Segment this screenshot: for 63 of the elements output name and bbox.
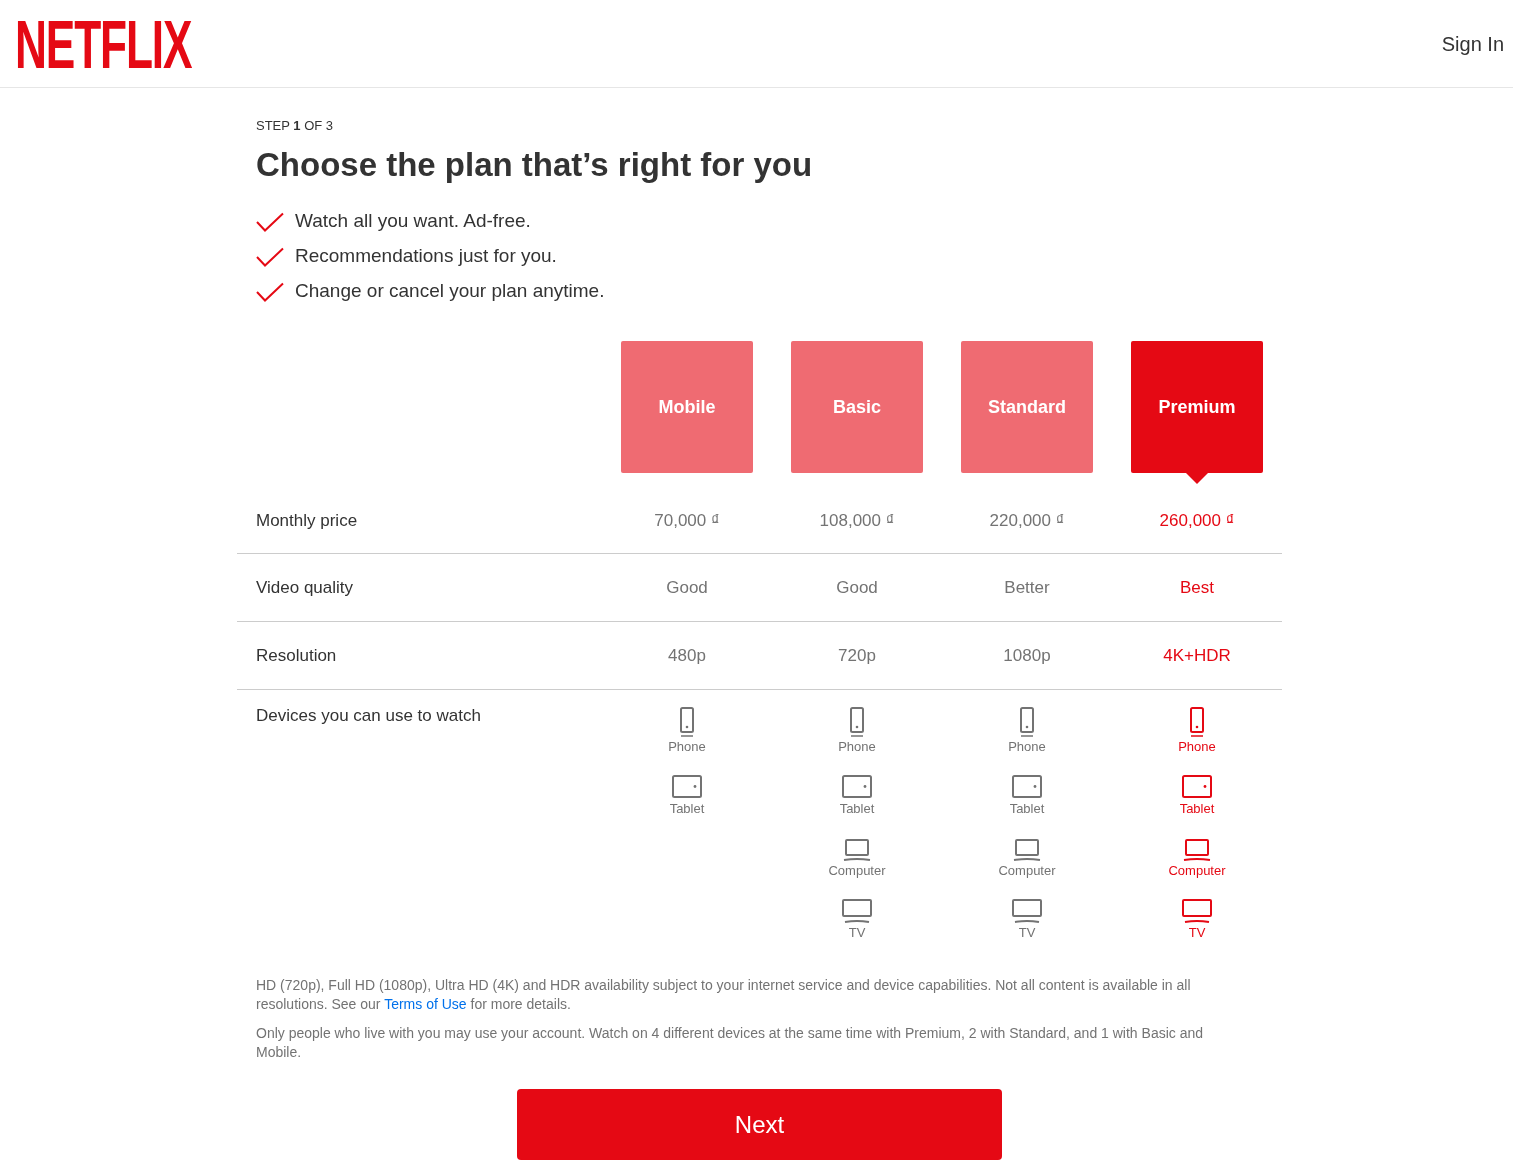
row-label: Video quality: [256, 576, 355, 599]
tv-icon: [1012, 899, 1042, 923]
tablet-icon: [842, 775, 872, 799]
fine-print: HD (720p), Full HD (1080p), Ultra HD (4K) and HDR availability subject to your internet service and device capabilities. Not all content is available in all resolutions. See our Terms of Use for more details.: [256, 976, 1192, 1014]
laptop-icon: [1013, 839, 1041, 861]
phone-icon: [1187, 707, 1207, 737]
checkmark-icon: [256, 246, 284, 267]
table-cell: 4K+HDR: [1163, 644, 1231, 667]
device-label: Phone: [1178, 738, 1216, 756]
row-label: Devices you can use to watch: [256, 705, 482, 727]
plan-option[interactable]: Standard: [961, 341, 1093, 473]
tablet-icon: [1012, 775, 1042, 799]
table-cell: 720p: [838, 644, 876, 667]
table-cell: Best: [1180, 576, 1214, 599]
sign-in-link[interactable]: Sign In: [1441, 30, 1504, 57]
laptop-icon: [1183, 839, 1211, 861]
fine-print: Only people who live with you may use your account. Watch on 4 different devices at the same time with Premium, 2 with Standard, and 1 with Basic and Mobile.: [256, 1024, 1205, 1062]
table-cell: 220,000 ₫: [989, 510, 1065, 532]
checkmark-icon: [256, 211, 284, 232]
device-label: Computer: [998, 862, 1056, 880]
device-label: Phone: [1008, 738, 1046, 756]
device-label: Tablet: [669, 800, 705, 818]
checkmark-icon: [256, 281, 284, 302]
pointer-icon: [1186, 473, 1208, 484]
device-label: Computer: [1168, 862, 1226, 880]
device-label: Tablet: [1179, 800, 1215, 818]
row-label: Monthly price: [256, 510, 359, 532]
plan-option[interactable]: Premium: [1131, 341, 1263, 473]
benefit-text: Watch all you want. Ad-free.: [295, 209, 531, 234]
table-cell: 1080p: [1003, 644, 1051, 667]
next-button[interactable]: Next: [517, 1089, 1002, 1160]
table-cell: 260,000 ₫: [1159, 510, 1235, 532]
device-label: TV: [1188, 924, 1206, 942]
benefit-text: Recommendations just for you.: [295, 244, 557, 269]
table-cell: Good: [666, 576, 708, 599]
phone-icon: [847, 707, 867, 737]
table-cell: Better: [1004, 576, 1050, 599]
device-label: TV: [848, 924, 866, 942]
step-indicator: STEP 1 OF 3: [256, 118, 335, 134]
device-label: Phone: [838, 738, 876, 756]
table-cell: Good: [836, 576, 878, 599]
device-label: Phone: [668, 738, 706, 756]
phone-icon: [677, 707, 697, 737]
phone-icon: [1017, 707, 1037, 737]
table-cell: 108,000 ₫: [819, 510, 895, 532]
tablet-icon: [1182, 775, 1212, 799]
page-title: Choose the plan that’s right for you: [256, 145, 814, 185]
logo[interactable]: NETFLIX: [15, 17, 192, 70]
tablet-icon: [672, 775, 702, 799]
table-cell: 480p: [668, 644, 706, 667]
device-label: TV: [1018, 924, 1036, 942]
device-label: Tablet: [839, 800, 875, 818]
laptop-icon: [843, 839, 871, 861]
table-cell: 70,000 ₫: [654, 510, 720, 532]
tv-icon: [1182, 899, 1212, 923]
device-label: Tablet: [1009, 800, 1045, 818]
device-label: Computer: [828, 862, 886, 880]
plan-option[interactable]: Basic: [791, 341, 923, 473]
plan-option[interactable]: Mobile: [621, 341, 753, 473]
tv-icon: [842, 899, 872, 923]
terms-of-use-link[interactable]: Terms of Use: [384, 996, 467, 1012]
benefit-text: Change or cancel your plan anytime.: [295, 279, 605, 304]
row-label: Resolution: [256, 644, 338, 667]
